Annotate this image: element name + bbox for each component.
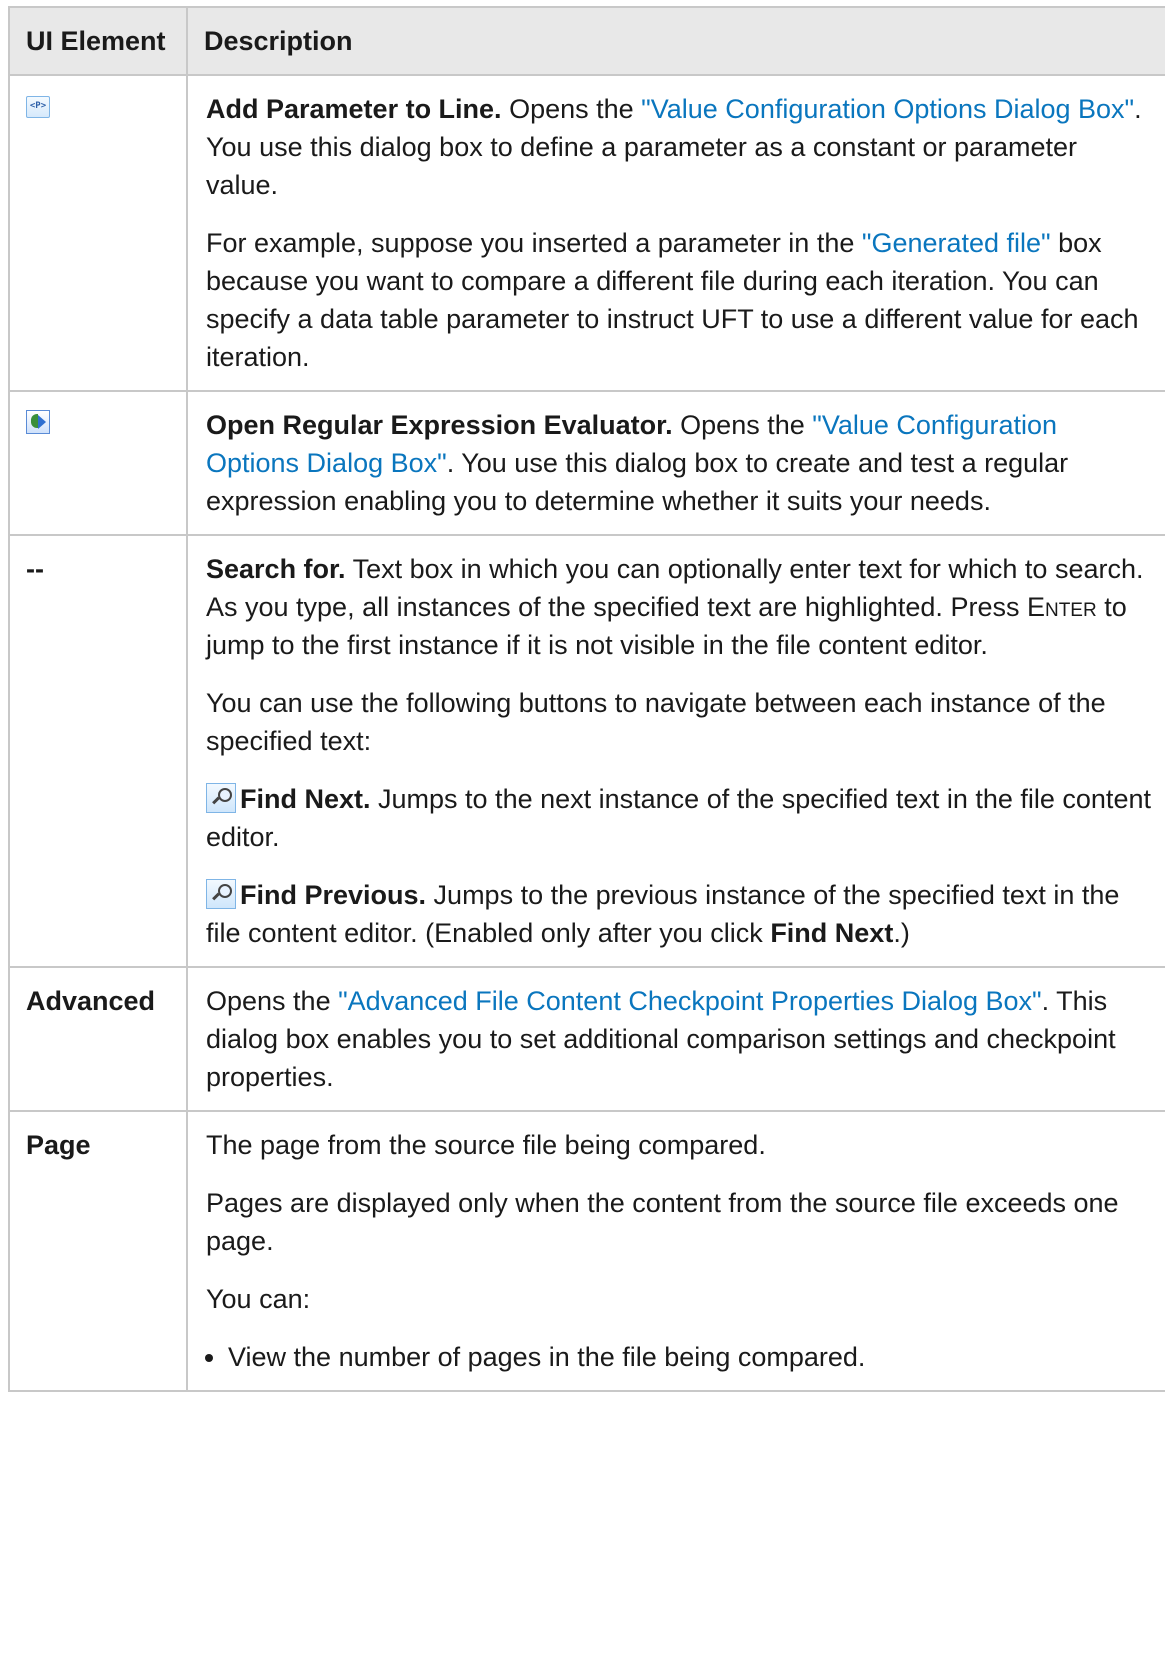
- find-next-title: Find Next.: [240, 784, 371, 814]
- table-header-row: UI Element Description: [8, 6, 1165, 76]
- description-cell: The page from the source file being comp…: [186, 1110, 1165, 1392]
- description-cell: Search for. Text box in which you can op…: [186, 534, 1165, 968]
- ui-element-cell: Advanced: [8, 966, 188, 1112]
- description-cell: Open Regular Expression Evaluator. Opens…: [186, 390, 1165, 536]
- parameter-icon: <P>: [26, 96, 50, 118]
- paragraph: Pages are displayed only when the conten…: [206, 1188, 1119, 1256]
- table-row: -- Search for. Text box in which you can…: [8, 534, 1165, 968]
- table-row: Open Regular Expression Evaluator. Opens…: [8, 390, 1165, 536]
- find-previous-title: Find Previous.: [240, 880, 427, 910]
- header-description: Description: [186, 6, 1165, 76]
- ui-element-cell: --: [8, 534, 188, 968]
- paragraph: For example, suppose you inserted a para…: [206, 228, 1139, 372]
- ui-element-cell: <P>: [8, 74, 188, 392]
- element-title: Add Parameter to Line.: [206, 94, 502, 124]
- bullet-list: View the number of pages in the file bei…: [206, 1338, 1155, 1376]
- description-cell: Add Parameter to Line. Opens the "Value …: [186, 74, 1165, 392]
- paragraph: Open Regular Expression Evaluator. Opens…: [206, 410, 1069, 516]
- paragraph: Add Parameter to Line. Opens the "Value …: [206, 94, 1142, 200]
- value-config-link[interactable]: "Value Configuration Options Dialog Box": [641, 94, 1134, 124]
- find-previous-icon: [206, 879, 236, 909]
- paragraph: The page from the source file being comp…: [206, 1130, 766, 1160]
- paragraph: You can use the following buttons to nav…: [206, 688, 1106, 756]
- generated-file-link[interactable]: "Generated file": [862, 228, 1051, 258]
- regex-evaluator-icon: [26, 410, 50, 434]
- list-item: View the number of pages in the file bei…: [228, 1338, 1155, 1376]
- element-title: Search for.: [206, 554, 346, 584]
- header-ui-element: UI Element: [8, 6, 188, 76]
- paragraph: Opens the "Advanced File Content Checkpo…: [206, 986, 1116, 1092]
- description-cell: Opens the "Advanced File Content Checkpo…: [186, 966, 1165, 1112]
- ui-element-cell: [8, 390, 188, 536]
- ui-elements-table: UI Element Description <P> Add Parameter…: [8, 6, 1165, 1392]
- element-title: Open Regular Expression Evaluator.: [206, 410, 673, 440]
- paragraph: Find Next. Jumps to the next instance of…: [206, 783, 1151, 852]
- advanced-properties-link[interactable]: "Advanced File Content Checkpoint Proper…: [338, 986, 1042, 1016]
- enter-key: Enter: [1026, 592, 1097, 622]
- ui-element-cell: Page: [8, 1110, 188, 1392]
- find-next-icon: [206, 783, 236, 813]
- paragraph: Search for. Text box in which you can op…: [206, 554, 1144, 660]
- table-row: Page The page from the source file being…: [8, 1110, 1165, 1392]
- paragraph: Find Previous. Jumps to the previous ins…: [206, 879, 1120, 948]
- table-row: <P> Add Parameter to Line. Opens the "Va…: [8, 74, 1165, 392]
- paragraph: You can:: [206, 1284, 311, 1314]
- table-row: Advanced Opens the "Advanced File Conten…: [8, 966, 1165, 1112]
